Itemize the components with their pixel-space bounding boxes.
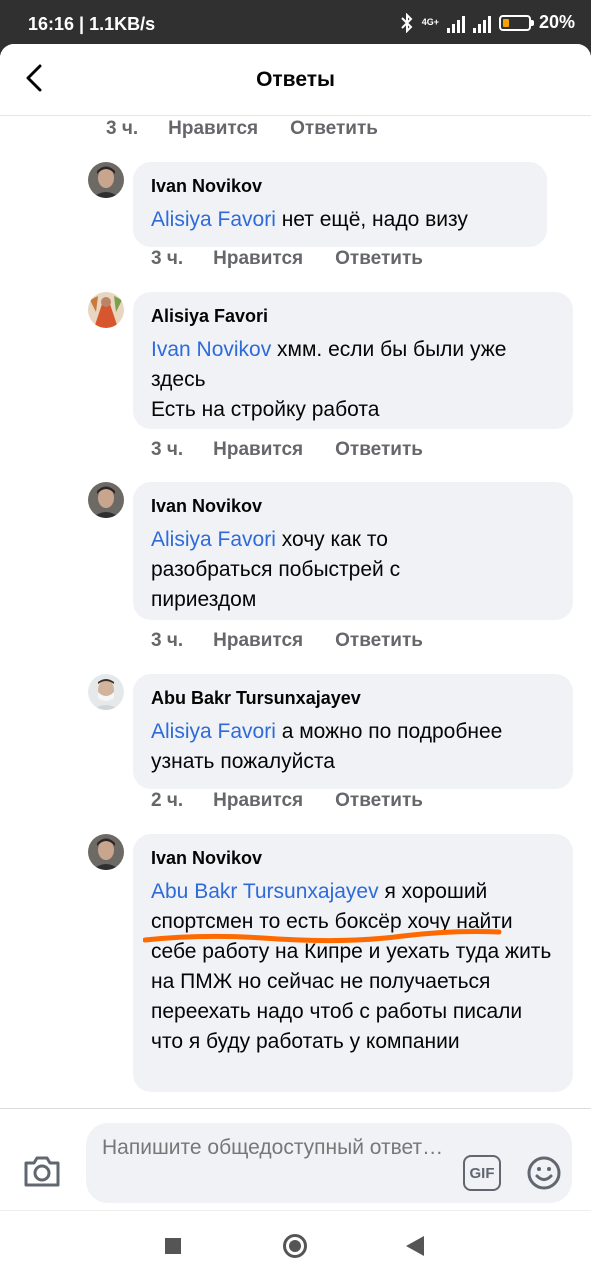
comment-actions: 3 ч. Нравится Ответить bbox=[151, 248, 423, 270]
comment-text: Alisiya Favori нет ещё, надо визу bbox=[151, 208, 468, 231]
comment-time: 2 ч. bbox=[151, 790, 184, 811]
mention-link[interactable]: Alisiya Favori bbox=[151, 528, 276, 551]
like-button[interactable]: Нравится bbox=[213, 790, 303, 812]
comment-time: 3 ч. bbox=[151, 248, 184, 269]
system-nav-bar bbox=[0, 1210, 591, 1280]
comment-bubble: Ivan Novikov Abu Bakr Tursunxajayev я хо… bbox=[133, 834, 573, 1092]
comment-author[interactable]: Ivan Novikov bbox=[151, 847, 555, 869]
mention-link[interactable]: Alisiya Favori bbox=[151, 720, 276, 743]
reply-button[interactable]: Ответить bbox=[335, 439, 423, 461]
comment-bubble: Abu Bakr Tursunxajayev Alisiya Favori а … bbox=[133, 674, 573, 789]
home-button[interactable] bbox=[283, 1234, 307, 1258]
mention-link[interactable]: Ivan Novikov bbox=[151, 338, 271, 361]
comment-text: Abu Bakr Tursunxajayev я хороший спортсм… bbox=[151, 880, 552, 1053]
reply-button[interactable]: Ответить bbox=[335, 790, 423, 812]
reply-input[interactable] bbox=[102, 1133, 462, 1197]
like-button[interactable]: Нравится bbox=[213, 248, 303, 270]
comment-text: Ivan Novikov хмм. если бы были уже здесь… bbox=[151, 338, 507, 421]
avatar[interactable] bbox=[88, 292, 124, 328]
comment-bubble: Ivan Novikov Alisiya Favori хочу как то … bbox=[133, 482, 573, 620]
like-button[interactable]: Нравится bbox=[213, 439, 303, 461]
avatar[interactable] bbox=[88, 482, 124, 518]
comment-time: 3 ч. bbox=[106, 118, 139, 139]
comment-actions: 3 ч. Нравится Ответить bbox=[106, 118, 378, 140]
comment-actions: 3 ч. Нравится Ответить bbox=[151, 630, 423, 652]
reply-button[interactable]: Ответить bbox=[290, 118, 378, 140]
comment-actions: 3 ч. Нравится Ответить bbox=[151, 439, 423, 461]
page-title: Ответы bbox=[256, 68, 335, 91]
avatar[interactable] bbox=[88, 162, 124, 198]
reply-input-container: GIF bbox=[86, 1123, 572, 1203]
status-time: 16:16 | 1.1KB/s bbox=[28, 14, 156, 34]
signal-icon-2 bbox=[472, 13, 491, 33]
replies-sheet: Ответы 3 ч. Нравится Ответить Ivan Novik… bbox=[0, 44, 591, 1280]
network-type: 4G+ bbox=[421, 17, 439, 27]
avatar[interactable] bbox=[88, 834, 124, 870]
comment-actions: 2 ч. Нравится Ответить bbox=[151, 790, 423, 812]
comment-author[interactable]: Ivan Novikov bbox=[151, 495, 555, 517]
signal-icon bbox=[446, 13, 465, 33]
header: Ответы bbox=[0, 44, 591, 116]
camera-button[interactable] bbox=[22, 1153, 62, 1189]
avatar[interactable] bbox=[88, 674, 124, 710]
reply-button[interactable]: Ответить bbox=[335, 630, 423, 652]
comment-text: Alisiya Favori а можно по подробнее узна… bbox=[151, 720, 503, 773]
emoji-button[interactable] bbox=[526, 1155, 562, 1191]
status-bar: 16:16 | 1.1KB/s 4G+ 20% bbox=[0, 0, 591, 44]
bluetooth-icon bbox=[400, 12, 413, 33]
battery-icon bbox=[498, 14, 534, 31]
comment-author[interactable]: Ivan Novikov bbox=[151, 175, 529, 197]
smiley-icon bbox=[527, 1156, 561, 1190]
camera-icon bbox=[24, 1156, 60, 1187]
battery-level: 20% bbox=[538, 12, 575, 32]
system-back-button[interactable] bbox=[406, 1236, 424, 1256]
gif-button[interactable]: GIF bbox=[463, 1155, 501, 1191]
like-button[interactable]: Нравится bbox=[168, 118, 258, 140]
mention-link[interactable]: Abu Bakr Tursunxajayev bbox=[151, 880, 379, 903]
comment-time: 3 ч. bbox=[151, 439, 184, 460]
mention-link[interactable]: Alisiya Favori bbox=[151, 208, 276, 231]
comment-author[interactable]: Alisiya Favori bbox=[151, 305, 555, 327]
comment-bubble: Alisiya Favori Ivan Novikov хмм. если бы… bbox=[133, 292, 573, 429]
reply-button[interactable]: Ответить bbox=[335, 248, 423, 270]
like-button[interactable]: Нравится bbox=[213, 630, 303, 652]
comment-text: Alisiya Favori хочу как то разобраться п… bbox=[151, 528, 401, 611]
comment-bubble: Ivan Novikov Alisiya Favori нет ещё, над… bbox=[133, 162, 547, 247]
reply-composer: GIF bbox=[0, 1108, 591, 1210]
comment-time: 3 ч. bbox=[151, 630, 184, 651]
status-icons: 4G+ 20% bbox=[400, 12, 575, 33]
comment-author[interactable]: Abu Bakr Tursunxajayev bbox=[151, 687, 555, 709]
recent-apps-button[interactable] bbox=[165, 1238, 181, 1254]
